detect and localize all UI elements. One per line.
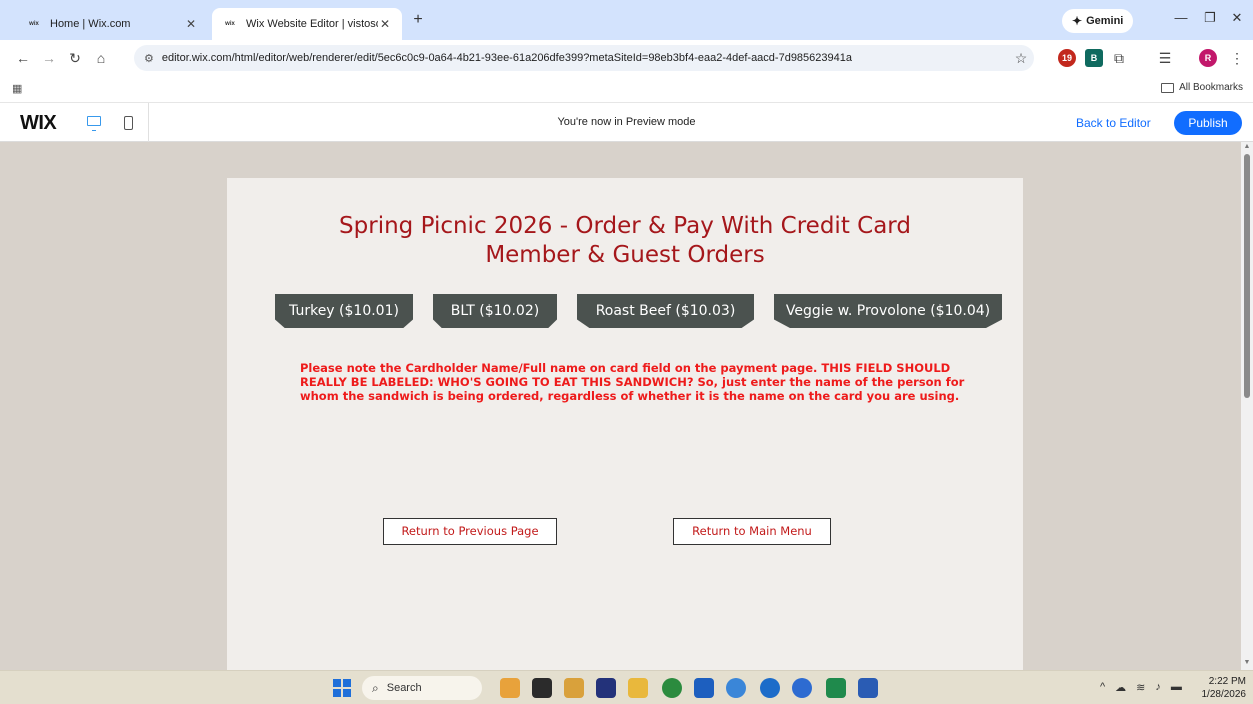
chevron-up-icon[interactable]: ^ bbox=[1100, 681, 1105, 694]
extensions-puzzle-icon[interactable]: ⧉ bbox=[1110, 49, 1128, 67]
page-content: Spring Picnic 2026 - Order & Pay With Cr… bbox=[227, 178, 1023, 670]
wifi-icon[interactable]: ≋ bbox=[1136, 681, 1145, 694]
page-title: Spring Picnic 2026 - Order & Pay With Cr… bbox=[195, 212, 1055, 270]
back-to-editor-link[interactable]: Back to Editor bbox=[1076, 116, 1151, 130]
tab-title: Home | Wix.com bbox=[50, 18, 131, 30]
forward-arrow-icon[interactable]: → bbox=[40, 49, 58, 67]
scroll-down-arrow-icon[interactable]: ▼ bbox=[1241, 659, 1253, 669]
amazon-music-icon[interactable] bbox=[596, 678, 616, 698]
battery-icon[interactable]: ▬ bbox=[1171, 681, 1182, 694]
taskbar-search-label: Search bbox=[386, 682, 422, 694]
site-settings-icon[interactable]: ⚙ bbox=[144, 52, 154, 65]
scrollbar-thumb[interactable] bbox=[1244, 154, 1250, 398]
extension-notification-icon[interactable]: 19 bbox=[1058, 49, 1076, 67]
file-explorer-icon[interactable] bbox=[628, 678, 648, 698]
wix-favicon-icon: wix bbox=[225, 21, 235, 27]
windows-start-icon[interactable] bbox=[333, 679, 351, 697]
clock-date: 1/28/2026 bbox=[1201, 689, 1247, 700]
onedrive-icon[interactable]: ☁ bbox=[1115, 681, 1126, 694]
close-tab-icon[interactable]: ✕ bbox=[184, 17, 198, 31]
volume-icon[interactable]: ♪ bbox=[1155, 681, 1161, 694]
browser-tab-strip: wix Home | Wix.com ✕ wix Wix Website Edi… bbox=[0, 0, 1253, 40]
taskbar-search[interactable]: ⌕ Search bbox=[362, 676, 482, 700]
browser-toolbar: ← → ↻ ⌂ ⚙ editor.wix.com/html/editor/web… bbox=[0, 40, 1253, 76]
all-bookmarks-button[interactable]: All Bookmarks bbox=[1161, 82, 1243, 93]
close-tab-icon[interactable]: ✕ bbox=[378, 17, 392, 31]
gemini-sparkle-icon: ✦ bbox=[1072, 14, 1083, 28]
system-tray: ^ ☁ ≋ ♪ ▬ bbox=[1100, 681, 1192, 694]
profile-avatar[interactable]: R bbox=[1199, 49, 1217, 67]
preview-mode-message: You're now in Preview mode bbox=[557, 116, 696, 128]
apps-grid-icon[interactable]: ▦ bbox=[12, 82, 22, 95]
chrome-icon[interactable] bbox=[662, 678, 682, 698]
chrome-profile-icon[interactable] bbox=[792, 678, 812, 698]
wix-preview-bar: WIX You're now in Preview mode Back to E… bbox=[0, 102, 1253, 143]
new-tab-button[interactable]: + bbox=[408, 11, 428, 31]
microsoft-store-icon[interactable] bbox=[694, 678, 714, 698]
reload-icon[interactable]: ↻ bbox=[66, 49, 84, 67]
page-title-line1: Spring Picnic 2026 - Order & Pay With Cr… bbox=[339, 213, 911, 239]
back-arrow-icon[interactable]: ← bbox=[14, 49, 32, 67]
tab-title: Wix Website Editor | vistosohik bbox=[246, 18, 378, 30]
reading-mode-icon[interactable]: ☰ bbox=[1156, 49, 1174, 67]
blt-button[interactable]: BLT ($10.02) bbox=[433, 294, 557, 328]
gemini-label: Gemini bbox=[1086, 15, 1124, 27]
restore-window-button[interactable]: ❐ bbox=[1199, 10, 1221, 30]
windows-taskbar: ⌕ Search ^ ☁ ≋ ♪ ▬ 2:22 PM 1/28/2026 bbox=[0, 670, 1253, 704]
return-previous-page-button[interactable]: Return to Previous Page bbox=[383, 518, 557, 545]
return-main-menu-button[interactable]: Return to Main Menu bbox=[673, 518, 831, 545]
page-title-line2: Member & Guest Orders bbox=[485, 242, 765, 268]
bookmark-star-icon[interactable]: ☆ bbox=[1012, 49, 1030, 67]
task-view-icon[interactable] bbox=[532, 678, 552, 698]
browser-menu-icon[interactable]: ⋮ bbox=[1228, 49, 1246, 67]
turkey-button[interactable]: Turkey ($10.01) bbox=[275, 294, 413, 328]
tab-home-wix[interactable]: wix Home | Wix.com ✕ bbox=[16, 8, 208, 40]
taskbar-clock[interactable]: 2:22 PM 1/28/2026 bbox=[1196, 675, 1247, 701]
veggie-provolone-button[interactable]: Veggie w. Provolone ($10.04) bbox=[774, 294, 1002, 328]
url-text[interactable]: editor.wix.com/html/editor/web/renderer/… bbox=[162, 52, 1034, 64]
gemini-button[interactable]: ✦ Gemini bbox=[1062, 9, 1134, 33]
app-icon[interactable] bbox=[564, 678, 584, 698]
word-icon[interactable] bbox=[858, 678, 878, 698]
minimize-window-button[interactable]: — bbox=[1170, 10, 1192, 30]
edge-icon[interactable] bbox=[726, 678, 746, 698]
excel-icon[interactable] bbox=[826, 678, 846, 698]
scroll-up-arrow-icon[interactable]: ▲ bbox=[1241, 143, 1253, 153]
publish-button[interactable]: Publish bbox=[1174, 111, 1242, 135]
folder-icon bbox=[1161, 82, 1175, 93]
hp-icon[interactable] bbox=[760, 678, 780, 698]
page-scrollbar[interactable]: ▲ ▼ bbox=[1241, 142, 1253, 670]
search-icon: ⌕ bbox=[372, 680, 379, 695]
wix-favicon-icon: wix bbox=[29, 21, 39, 27]
home-icon[interactable]: ⌂ bbox=[92, 49, 110, 67]
address-bar[interactable]: ⚙ editor.wix.com/html/editor/web/rendere… bbox=[134, 45, 1034, 71]
close-window-button[interactable]: ✕ bbox=[1226, 10, 1248, 30]
tab-wix-editor[interactable]: wix Wix Website Editor | vistosohik ✕ bbox=[212, 8, 402, 40]
all-bookmarks-label: All Bookmarks bbox=[1179, 82, 1243, 93]
roast-beef-button[interactable]: Roast Beef ($10.03) bbox=[577, 294, 754, 328]
extension-b-icon[interactable]: B bbox=[1085, 49, 1103, 67]
bookmarks-bar: ▦ All Bookmarks bbox=[0, 76, 1253, 102]
clock-time: 2:22 PM bbox=[1208, 676, 1246, 687]
cardholder-name-notice: Please note the Cardholder Name/Full nam… bbox=[300, 361, 965, 403]
widgets-icon[interactable] bbox=[500, 678, 520, 698]
